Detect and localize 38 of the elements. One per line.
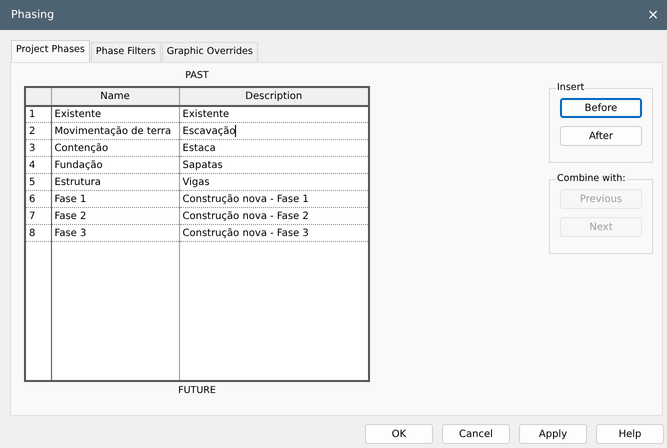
table-cell: Fase 3 — [51, 224, 179, 242]
table-cell: Fase 1 — [51, 190, 179, 208]
table-cell: Sapatas — [179, 156, 369, 174]
button[interactable]: Help — [596, 424, 664, 444]
row-number: 5 — [25, 174, 51, 191]
table-cell: Existente — [51, 106, 179, 123]
tab[interactable]: Phase Filters — [90, 42, 161, 62]
tab[interactable]: Graphic Overrides — [162, 42, 258, 62]
past-label: PAST — [185, 70, 209, 81]
close-icon[interactable]: × — [647, 4, 659, 26]
row-number: 4 — [25, 156, 51, 174]
tab[interactable]: Project Phases — [11, 40, 90, 62]
row-number: 3 — [25, 140, 51, 157]
button[interactable]: Before — [560, 98, 642, 118]
cell-input[interactable]: Escavação — [179, 122, 369, 140]
column-header: Name — [51, 86, 179, 106]
table-cell: Construção nova - Fase 3 — [179, 224, 369, 242]
button[interactable]: Cancel — [442, 424, 510, 444]
table-cell: Estaca — [179, 140, 369, 157]
table-cell: Movimentação de terra — [51, 122, 179, 140]
row-number: 7 — [25, 208, 51, 225]
table-cell: Fundação — [51, 156, 179, 174]
table-cell: Construção nova - Fase 1 — [179, 190, 369, 208]
button[interactable]: OK — [365, 424, 433, 444]
button[interactable]: Apply — [519, 424, 587, 444]
row-number: 2 — [25, 122, 51, 140]
row-number: 6 — [25, 190, 51, 208]
window-title: Phasing — [11, 6, 54, 23]
table-cell: Contenção — [51, 140, 179, 157]
table-cell: Estrutura — [51, 174, 179, 191]
table-cell: Construção nova - Fase 2 — [179, 208, 369, 225]
table-cell: Vigas — [179, 174, 369, 191]
button[interactable]: After — [560, 126, 642, 146]
future-label: FUTURE — [178, 385, 216, 396]
column-header: Description — [179, 86, 369, 106]
table-cell: Fase 2 — [51, 208, 179, 225]
table-cell: Existente — [179, 106, 369, 123]
row-number: 8 — [25, 224, 51, 242]
